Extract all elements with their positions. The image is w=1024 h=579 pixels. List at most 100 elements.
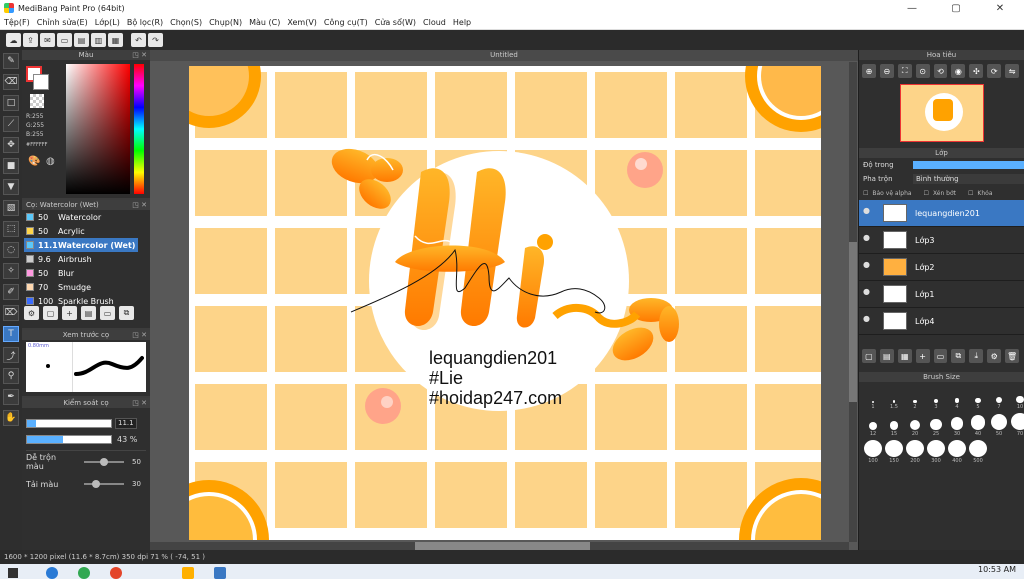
brush-size-preset[interactable]: 400 [947, 440, 967, 464]
background-color-swatch[interactable] [33, 74, 49, 90]
canvas-text-line-3[interactable]: #hoidap247.com [429, 388, 562, 408]
minimize-button[interactable]: — [890, 0, 934, 16]
load-slider[interactable] [84, 480, 124, 488]
visibility-eye-icon[interactable]: ● [863, 206, 877, 220]
fit-icon[interactable]: ⛶ [897, 64, 912, 78]
duplicate-layer-icon[interactable]: ⧉ [951, 349, 966, 363]
color-palette-icon[interactable]: 🎨 [28, 156, 40, 167]
select-tool-icon[interactable]: ⬚ [3, 221, 19, 237]
visibility-eye-icon[interactable]: ● [863, 287, 877, 301]
menu-view[interactable]: Xem(V) [287, 18, 317, 27]
speech-icon[interactable]: ▭ [57, 33, 72, 47]
menu-help[interactable]: Help [453, 18, 471, 27]
new-8bit-layer-icon[interactable]: ▦ [897, 349, 912, 363]
brush-size-preset[interactable]: 7 [989, 386, 1009, 410]
protect-alpha-checkbox[interactable]: ☐ [863, 190, 868, 197]
rectangle-tool-icon[interactable]: □ [3, 95, 19, 111]
delete-layer-icon[interactable]: 🗑 [1005, 349, 1020, 363]
layer-row[interactable]: ● Lớp1 [859, 281, 1024, 308]
taskbar-app-icon[interactable] [110, 567, 122, 579]
color-saturation-picker[interactable] [66, 64, 130, 194]
page-icon[interactable]: ▥ [91, 33, 106, 47]
new-halftone-layer-icon[interactable]: ▤ [879, 349, 894, 363]
bucket-tool-icon[interactable]: ▼ [3, 179, 19, 195]
brush-doc-icon[interactable]: ▤ [81, 306, 96, 320]
visibility-eye-icon[interactable]: ● [863, 233, 877, 247]
brush-copy-icon[interactable]: ⧉ [119, 306, 134, 320]
visibility-eye-icon[interactable]: ● [863, 260, 877, 274]
blend-slider[interactable] [84, 458, 124, 466]
control-close-icon[interactable]: ◳ ✕ [132, 398, 147, 408]
comment-icon[interactable]: ✉ [40, 33, 55, 47]
actual-size-icon[interactable]: ⊙ [915, 64, 930, 78]
brush-size-preset[interactable]: 50 [989, 413, 1009, 437]
lock-checkbox[interactable]: ☐ [968, 190, 973, 197]
canvas-document[interactable]: lequangdien201 #Lie #hoidap247.com [189, 66, 821, 540]
color-wheel-icon[interactable]: ◍ [46, 156, 55, 167]
line-tool-icon[interactable]: ⟋ [3, 116, 19, 132]
panel-expand-icon[interactable]: ◳ ✕ [132, 50, 147, 60]
merge-down-icon[interactable]: ⤓ [969, 349, 984, 363]
file-explorer-icon[interactable] [182, 567, 194, 579]
menu-snap[interactable]: Chụp(N) [209, 18, 242, 27]
brush-size-preset[interactable]: 70 [1010, 413, 1024, 437]
canvas-text-line-1[interactable]: lequangdien201 [429, 348, 562, 368]
visibility-eye-icon[interactable]: ● [863, 314, 877, 328]
preview-close-icon[interactable]: ◳ ✕ [132, 330, 147, 340]
undo-icon[interactable]: ↶ [131, 33, 146, 47]
operation-tool-icon[interactable]: ⤴ [3, 347, 19, 363]
brush-size-preset[interactable]: 30 [947, 413, 967, 437]
blend-mode-select[interactable]: Bình thường [913, 174, 1024, 184]
add-brush-icon[interactable]: + [62, 306, 77, 320]
chrome-icon[interactable] [78, 567, 90, 579]
brush-size-preset[interactable]: 3 [926, 386, 946, 410]
brush-size-preset[interactable]: 5 [968, 386, 988, 410]
brush-folder-icon[interactable]: ▭ [100, 306, 115, 320]
menu-color[interactable]: Màu (C) [249, 18, 280, 27]
panel-close-icon[interactable]: ◳ ✕ [132, 200, 147, 210]
layer-opacity-slider[interactable] [913, 161, 1024, 169]
text-tool-icon[interactable]: T [3, 326, 19, 342]
eraser-tool-icon[interactable]: ⌫ [3, 74, 19, 90]
gradient-tool-icon[interactable]: ▧ [3, 200, 19, 216]
hue-slider[interactable] [134, 64, 144, 194]
edge-icon[interactable] [46, 567, 58, 579]
brush-tool-icon[interactable]: ✎ [3, 53, 19, 69]
brush-size-preset[interactable]: 4 [947, 386, 967, 410]
hand-tool-icon[interactable]: ✋ [3, 410, 19, 426]
menu-filter[interactable]: Bộ lọc(R) [127, 18, 163, 27]
close-button[interactable]: ✕ [978, 0, 1022, 16]
document-tab[interactable]: Untitled [150, 50, 858, 61]
brush-size-preset[interactable]: 100 [863, 440, 883, 464]
menu-tools[interactable]: Công cụ(T) [324, 18, 368, 27]
brush-size-slider[interactable] [26, 418, 112, 428]
fullscreen-icon[interactable]: ✣ [969, 64, 984, 78]
document-icon[interactable]: ▤ [74, 33, 89, 47]
brush-opacity-slider[interactable] [26, 434, 112, 444]
zoom-out-icon[interactable]: ⊖ [879, 64, 894, 78]
brush-size-preset[interactable]: 12 [863, 413, 883, 437]
maximize-button[interactable]: ▢ [934, 0, 978, 16]
new-folder-icon[interactable]: ▭ [933, 349, 948, 363]
clip-checkbox[interactable]: ☐ [924, 190, 929, 197]
brush-size-preset[interactable]: 500 [968, 440, 988, 464]
brush-list-item[interactable]: 50 Blur [24, 266, 138, 280]
brush-size-preset[interactable]: 25 [926, 413, 946, 437]
brush-list-item[interactable]: 9.6 Airbrush [24, 252, 138, 266]
dropper-tool-icon[interactable]: ⚲ [3, 368, 19, 384]
add-layer-menu-icon[interactable]: + [915, 349, 930, 363]
layer-settings-icon[interactable]: ⚙ [987, 349, 1002, 363]
brush-size-value[interactable]: 11.1 [115, 417, 137, 429]
brush-list-item[interactable]: 50 Acrylic [24, 224, 138, 238]
fill-rect-tool-icon[interactable]: ■ [3, 158, 19, 174]
layer-row[interactable]: ● Lớp4 [859, 308, 1024, 335]
brush-size-preset[interactable]: 1.5 [884, 386, 904, 410]
transparent-color-icon[interactable] [30, 94, 44, 108]
pen-tool-icon[interactable]: ✒ [3, 389, 19, 405]
menu-edit[interactable]: Chỉnh sửa(E) [37, 18, 88, 27]
brush-list-item[interactable]: 70 Smudge [24, 280, 138, 294]
rotate-left-icon[interactable]: ⟲ [933, 64, 948, 78]
menu-window[interactable]: Cửa sổ(W) [375, 18, 416, 27]
brush-size-preset[interactable]: 40 [968, 413, 988, 437]
lasso-tool-icon[interactable]: ◌ [3, 242, 19, 258]
